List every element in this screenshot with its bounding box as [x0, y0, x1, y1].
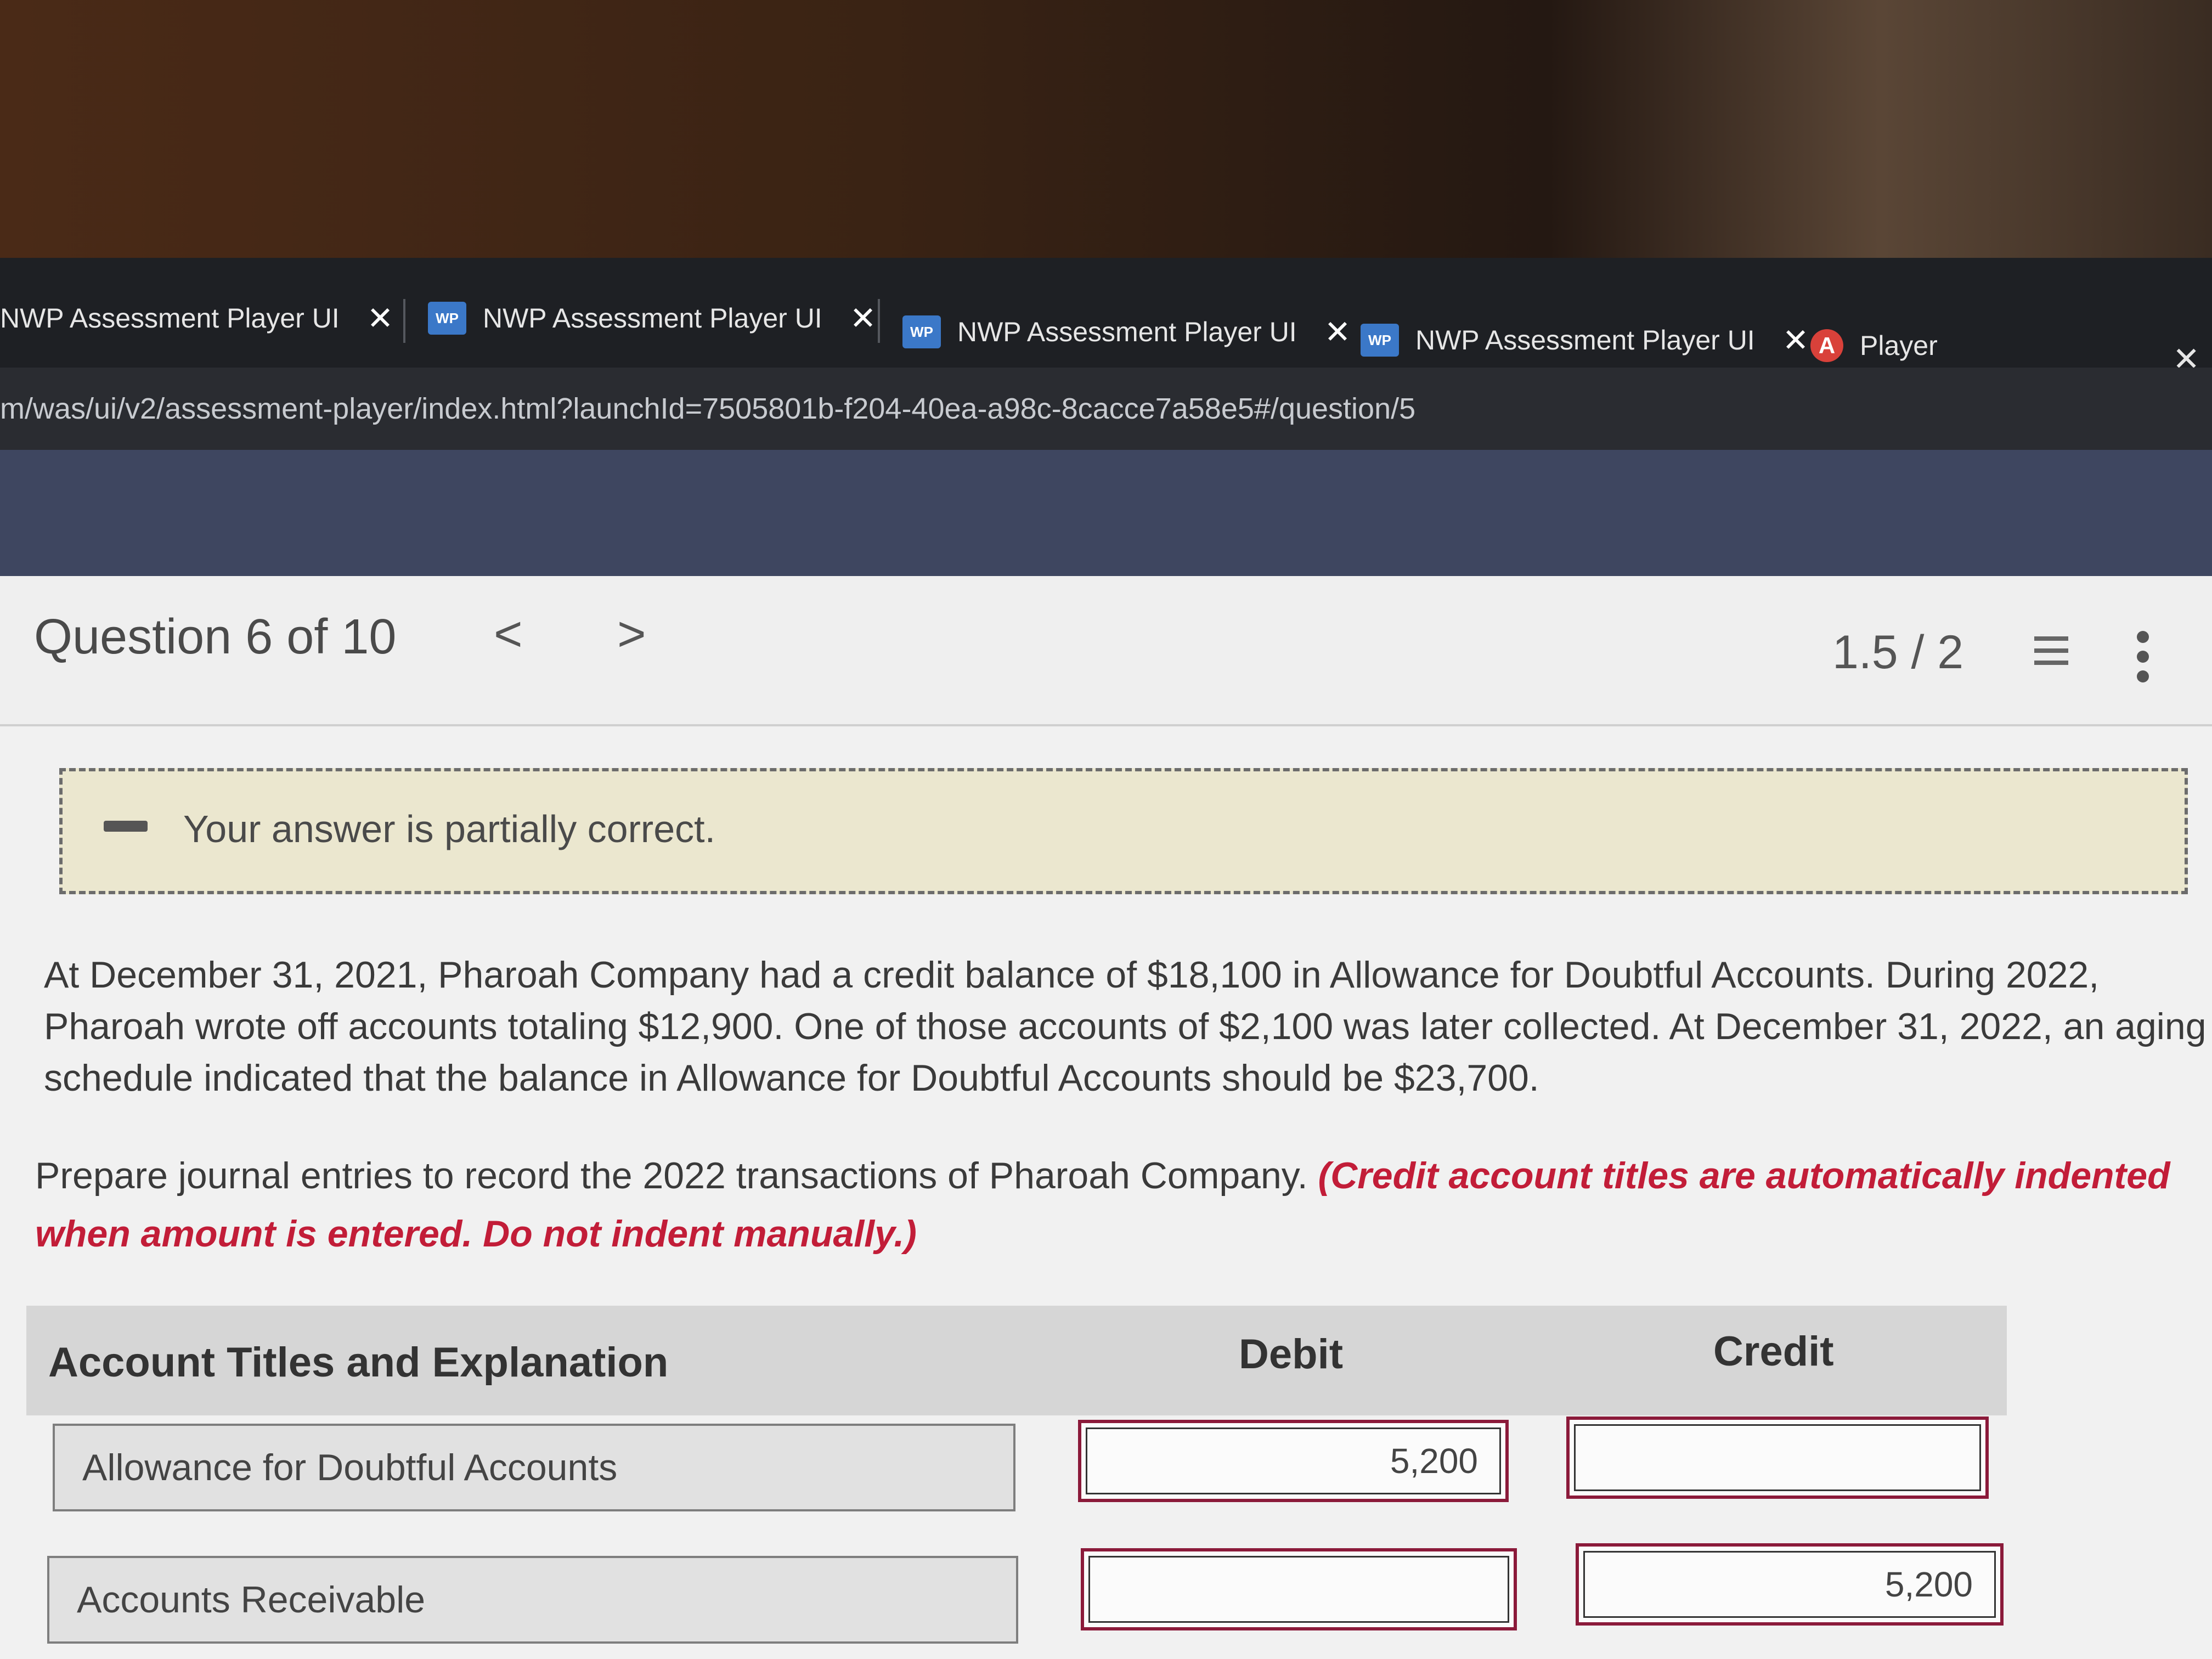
browser-tab-2[interactable]: WP NWP Assessment Player UI ✕ — [428, 291, 876, 346]
credit-column-header: Credit — [1713, 1328, 1834, 1375]
score-display: 1.5 / 2 — [1832, 626, 1964, 679]
problem-text: At December 31, 2021, Pharoah Company ha… — [44, 954, 2207, 1099]
assessment-content: Question 6 of 10 < > 1.5 / 2 Your answer… — [0, 576, 2212, 1659]
question-title: Question 6 of 10 — [34, 610, 397, 664]
debit-column-header: Debit — [1239, 1331, 1343, 1378]
next-question-button[interactable]: > — [617, 606, 646, 663]
browser-tab-5[interactable]: A Player — [1810, 318, 1938, 373]
close-icon[interactable]: ✕ — [367, 300, 394, 337]
photo-backdrop — [0, 0, 2212, 258]
close-icon[interactable]: ✕ — [850, 300, 877, 337]
browser-tab-3[interactable]: WP NWP Assessment Player UI ✕ — [902, 304, 1351, 359]
question-header: Question 6 of 10 < > 1.5 / 2 — [0, 576, 2212, 726]
credit-input[interactable]: 5,200 — [1576, 1543, 2004, 1626]
tab-divider — [403, 299, 405, 343]
address-bar[interactable]: m/was/ui/v2/assessment-player/index.html… — [0, 368, 2212, 450]
url-text: m/was/ui/v2/assessment-player/index.html… — [0, 392, 1416, 425]
tab-label: Player — [1860, 330, 1938, 361]
tab-divider — [878, 299, 880, 343]
more-options-icon[interactable] — [2137, 631, 2150, 690]
close-icon[interactable]: ✕ — [1782, 321, 1809, 359]
partial-correct-icon — [104, 821, 148, 832]
wp-favicon-icon: WP — [902, 315, 941, 348]
debit-input[interactable] — [1081, 1548, 1517, 1630]
wp-favicon-icon: WP — [1361, 324, 1399, 357]
account-column-header: Account Titles and Explanation — [48, 1339, 669, 1386]
debit-input[interactable]: 5,200 — [1078, 1420, 1509, 1502]
credit-input[interactable] — [1566, 1417, 1989, 1499]
browser-tab-4[interactable]: WP NWP Assessment Player UI ✕ — [1361, 313, 1809, 368]
app-header-bar — [0, 450, 2212, 576]
tab-label: NWP Assessment Player UI — [0, 303, 340, 334]
tab-label: NWP Assessment Player UI — [957, 317, 1297, 347]
feedback-message: Your answer is partially correct. — [183, 808, 716, 850]
instruction-text: Prepare journal entries to record the 20… — [35, 1155, 1308, 1197]
browser-tab-1[interactable]: NWP Assessment Player UI ✕ — [0, 291, 393, 346]
tab-label: NWP Assessment Player UI — [1415, 325, 1755, 356]
instruction: Prepare journal entries to record the 20… — [35, 1147, 2197, 1263]
account-title-field[interactable]: Accounts Receivable — [47, 1556, 1018, 1644]
wp-favicon-icon: WP — [428, 302, 466, 335]
journal-table-header: Account Titles and Explanation Debit Cre… — [26, 1306, 2007, 1415]
previous-question-button[interactable]: < — [494, 606, 523, 663]
close-icon[interactable]: ✕ — [1324, 313, 1351, 351]
question-list-icon[interactable] — [2024, 636, 2068, 675]
tab-label: NWP Assessment Player UI — [483, 303, 822, 334]
player-favicon-icon: A — [1810, 329, 1843, 362]
feedback-banner: Your answer is partially correct. — [59, 768, 2188, 894]
account-title-field[interactable]: Allowance for Doubtful Accounts — [53, 1424, 1015, 1511]
